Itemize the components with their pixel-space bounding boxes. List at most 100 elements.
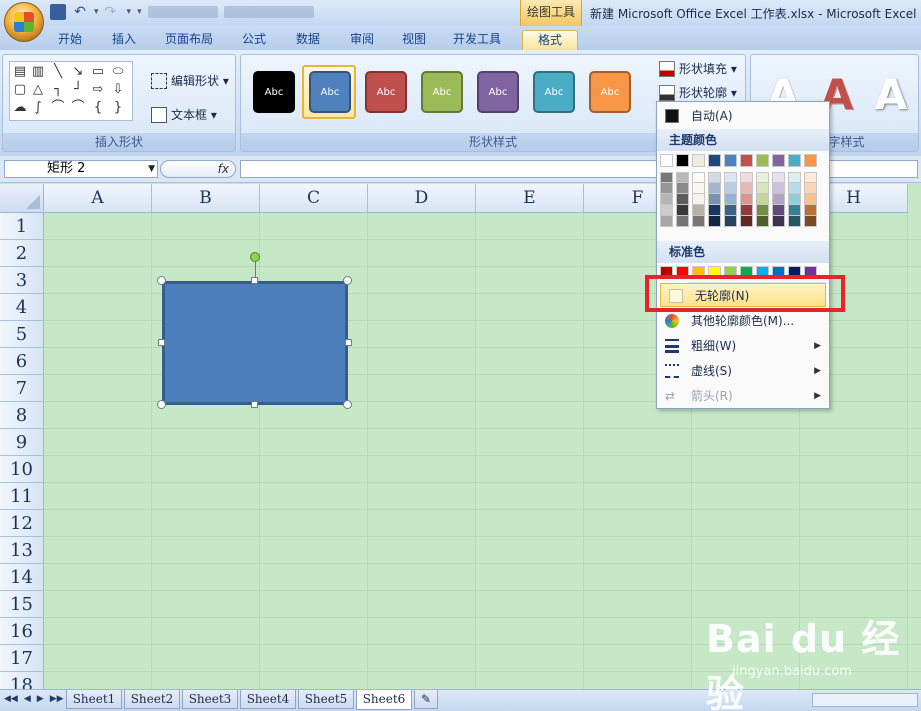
shapes-gallery[interactable]: ▤ ▥ ╲ ↘ ▭ ⬭ ▢ △ ┐ ┘ ⇨ ⇩ ☁ ∫ ⌒ ⌒ { } [9, 61, 133, 121]
row-header-1[interactable]: 1 [0, 213, 44, 240]
row-header-17[interactable]: 17 [0, 645, 44, 672]
undo-icon[interactable]: ↶ [72, 4, 88, 20]
column-header-b[interactable]: B [152, 184, 260, 213]
theme-shade-swatch[interactable] [708, 183, 721, 194]
redo-dropdown-icon[interactable]: ▾ [127, 7, 132, 17]
theme-shade-swatch[interactable] [660, 205, 673, 216]
sheet-tab-sheet6[interactable]: Sheet6 [356, 690, 412, 710]
tab-data[interactable]: 数据 [286, 30, 330, 50]
theme-shade-swatch[interactable] [772, 216, 785, 227]
theme-color-swatch[interactable] [740, 154, 753, 167]
row-header-8[interactable]: 8 [0, 402, 44, 429]
edit-shape-button[interactable]: 编辑形状 ▾ [151, 71, 229, 91]
row-header-6[interactable]: 6 [0, 348, 44, 375]
next-sheet-icon[interactable]: ▶ [37, 694, 44, 704]
undo-dropdown-icon[interactable]: ▾ [94, 7, 99, 17]
elbow-connector-shape-icon[interactable]: ┐ [50, 82, 66, 98]
brace-right-shape-icon[interactable]: } [110, 100, 126, 116]
theme-shade-swatch[interactable] [788, 194, 801, 205]
row-header-4[interactable]: 4 [0, 294, 44, 321]
theme-shade-swatch[interactable] [708, 172, 721, 183]
column-header-c[interactable]: C [260, 184, 368, 213]
theme-shade-swatch[interactable] [804, 183, 817, 194]
menu-item-auto[interactable]: 自动(A) [657, 104, 829, 128]
theme-shade-swatch[interactable] [788, 172, 801, 183]
shape-style-1[interactable]: Abc [253, 71, 295, 113]
theme-shade-swatch[interactable] [676, 194, 689, 205]
theme-shade-swatch[interactable] [804, 172, 817, 183]
tab-review[interactable]: 审阅 [340, 30, 384, 50]
theme-color-swatch[interactable] [772, 154, 785, 167]
menu-item-more-colors[interactable]: 其他轮廓颜色(M)... [657, 309, 829, 333]
theme-shade-swatch[interactable] [708, 205, 721, 216]
theme-shade-swatch[interactable] [708, 216, 721, 227]
theme-color-swatch[interactable] [660, 154, 673, 167]
cloud-shape-icon[interactable]: ☁ [12, 100, 28, 116]
theme-shade-swatch[interactable] [660, 216, 673, 227]
row-header-5[interactable]: 5 [0, 321, 44, 348]
row-header-7[interactable]: 7 [0, 375, 44, 402]
theme-shade-swatch[interactable] [660, 172, 673, 183]
theme-color-swatch[interactable] [692, 154, 705, 167]
theme-shade-swatch[interactable] [692, 216, 705, 227]
row-header-12[interactable]: 12 [0, 510, 44, 537]
name-box[interactable]: 矩形 2 ▼ [4, 160, 158, 178]
theme-shade-swatch[interactable] [692, 194, 705, 205]
shape-style-3[interactable]: Abc [365, 71, 407, 113]
select-all-corner[interactable] [0, 184, 44, 213]
sheet-tab-sheet2[interactable]: Sheet2 [124, 690, 180, 709]
menu-item-dashes[interactable]: 虚线(S) ▶ [657, 359, 829, 383]
theme-shade-swatch[interactable] [772, 194, 785, 205]
row-header-10[interactable]: 10 [0, 456, 44, 483]
last-sheet-icon[interactable]: ▶▶ [50, 694, 64, 704]
triangle-shape-icon[interactable]: △ [30, 82, 46, 98]
row-header-15[interactable]: 15 [0, 591, 44, 618]
tab-formulas[interactable]: 公式 [232, 30, 276, 50]
theme-shade-swatch[interactable] [724, 205, 737, 216]
theme-color-swatch[interactable] [804, 154, 817, 167]
theme-shade-swatch[interactable] [756, 205, 769, 216]
tab-format[interactable]: 格式 [522, 30, 578, 50]
resize-handle-top[interactable] [251, 277, 258, 284]
resize-handle-top-left[interactable] [157, 276, 166, 285]
text-box-button[interactable]: 文本框 ▾ [151, 105, 217, 125]
row-header-16[interactable]: 16 [0, 618, 44, 645]
theme-shade-swatch[interactable] [724, 194, 737, 205]
resize-handle-right[interactable] [345, 339, 352, 346]
column-header-e[interactable]: E [476, 184, 584, 213]
insert-function-button[interactable]: fx [160, 160, 236, 178]
theme-shade-swatch[interactable] [740, 216, 753, 227]
elbow-arrow-shape-icon[interactable]: ┘ [70, 82, 86, 98]
rounded-rect-shape-icon[interactable]: ▢ [12, 82, 28, 98]
resize-handle-bottom[interactable] [251, 401, 258, 408]
prev-sheet-icon[interactable]: ◀ [24, 694, 31, 704]
theme-shade-swatch[interactable] [660, 194, 673, 205]
row-header-2[interactable]: 2 [0, 240, 44, 267]
arrow-line-shape-icon[interactable]: ↘ [70, 64, 86, 80]
tab-developer[interactable]: 开发工具 [446, 30, 508, 50]
oval-shape-icon[interactable]: ⬭ [110, 64, 126, 80]
qat-customize-icon[interactable]: ▾ [137, 7, 142, 17]
redo-icon[interactable]: ↷ [105, 4, 121, 20]
row-header-3[interactable]: 3 [0, 267, 44, 294]
brace-left-shape-icon[interactable]: { [90, 100, 106, 116]
menu-item-weight[interactable]: 粗细(W) ▶ [657, 334, 829, 358]
right-arrow-shape-icon[interactable]: ⇨ [90, 82, 106, 98]
theme-shade-swatch[interactable] [772, 172, 785, 183]
theme-shade-swatch[interactable] [804, 205, 817, 216]
resize-handle-left[interactable] [158, 339, 165, 346]
theme-shade-swatch[interactable] [772, 183, 785, 194]
theme-shade-swatch[interactable] [708, 194, 721, 205]
curve-shape-icon[interactable]: ⌒ [50, 100, 66, 116]
theme-color-swatch[interactable] [788, 154, 801, 167]
theme-shade-swatch[interactable] [740, 205, 753, 216]
column-header-d[interactable]: D [368, 184, 476, 213]
theme-shade-swatch[interactable] [756, 183, 769, 194]
theme-shade-swatch[interactable] [788, 216, 801, 227]
row-header-11[interactable]: 11 [0, 483, 44, 510]
arc-shape-icon[interactable]: ⌒ [70, 100, 86, 116]
shape-style-6[interactable]: Abc [533, 71, 575, 113]
theme-shade-swatch[interactable] [788, 205, 801, 216]
tab-insert[interactable]: 插入 [102, 30, 146, 50]
theme-shade-swatch[interactable] [676, 172, 689, 183]
